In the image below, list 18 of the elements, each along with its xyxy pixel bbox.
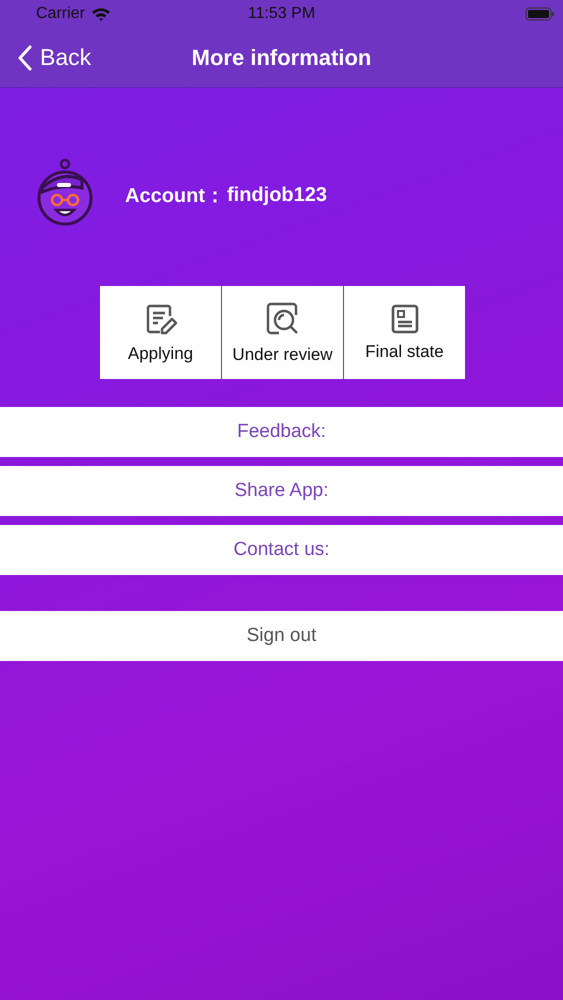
account-label: Account： bbox=[125, 184, 225, 208]
magnifier-icon bbox=[264, 300, 300, 336]
screen-title: More information bbox=[192, 44, 372, 70]
back-button[interactable]: Back bbox=[0, 44, 92, 71]
battery-icon bbox=[525, 7, 555, 21]
carrier-name: Carrier bbox=[36, 5, 85, 23]
clock-time: 11:53 PM bbox=[248, 5, 316, 23]
status-tile[interactable]: Under review bbox=[222, 286, 343, 379]
sign-out-button[interactable]: Sign out bbox=[0, 611, 563, 661]
account-name: findjob123 bbox=[227, 184, 328, 206]
status-tile[interactable]: Final state bbox=[344, 286, 465, 379]
document-icon bbox=[390, 304, 418, 334]
menu-row[interactable]: Feedback: bbox=[0, 407, 563, 457]
wifi-icon bbox=[90, 7, 111, 21]
menu-row[interactable]: Share App: bbox=[0, 466, 563, 516]
menu-row[interactable]: Contact us: bbox=[0, 525, 563, 575]
status-tile[interactable]: Applying bbox=[100, 286, 221, 379]
chevron-left-icon bbox=[18, 44, 32, 70]
